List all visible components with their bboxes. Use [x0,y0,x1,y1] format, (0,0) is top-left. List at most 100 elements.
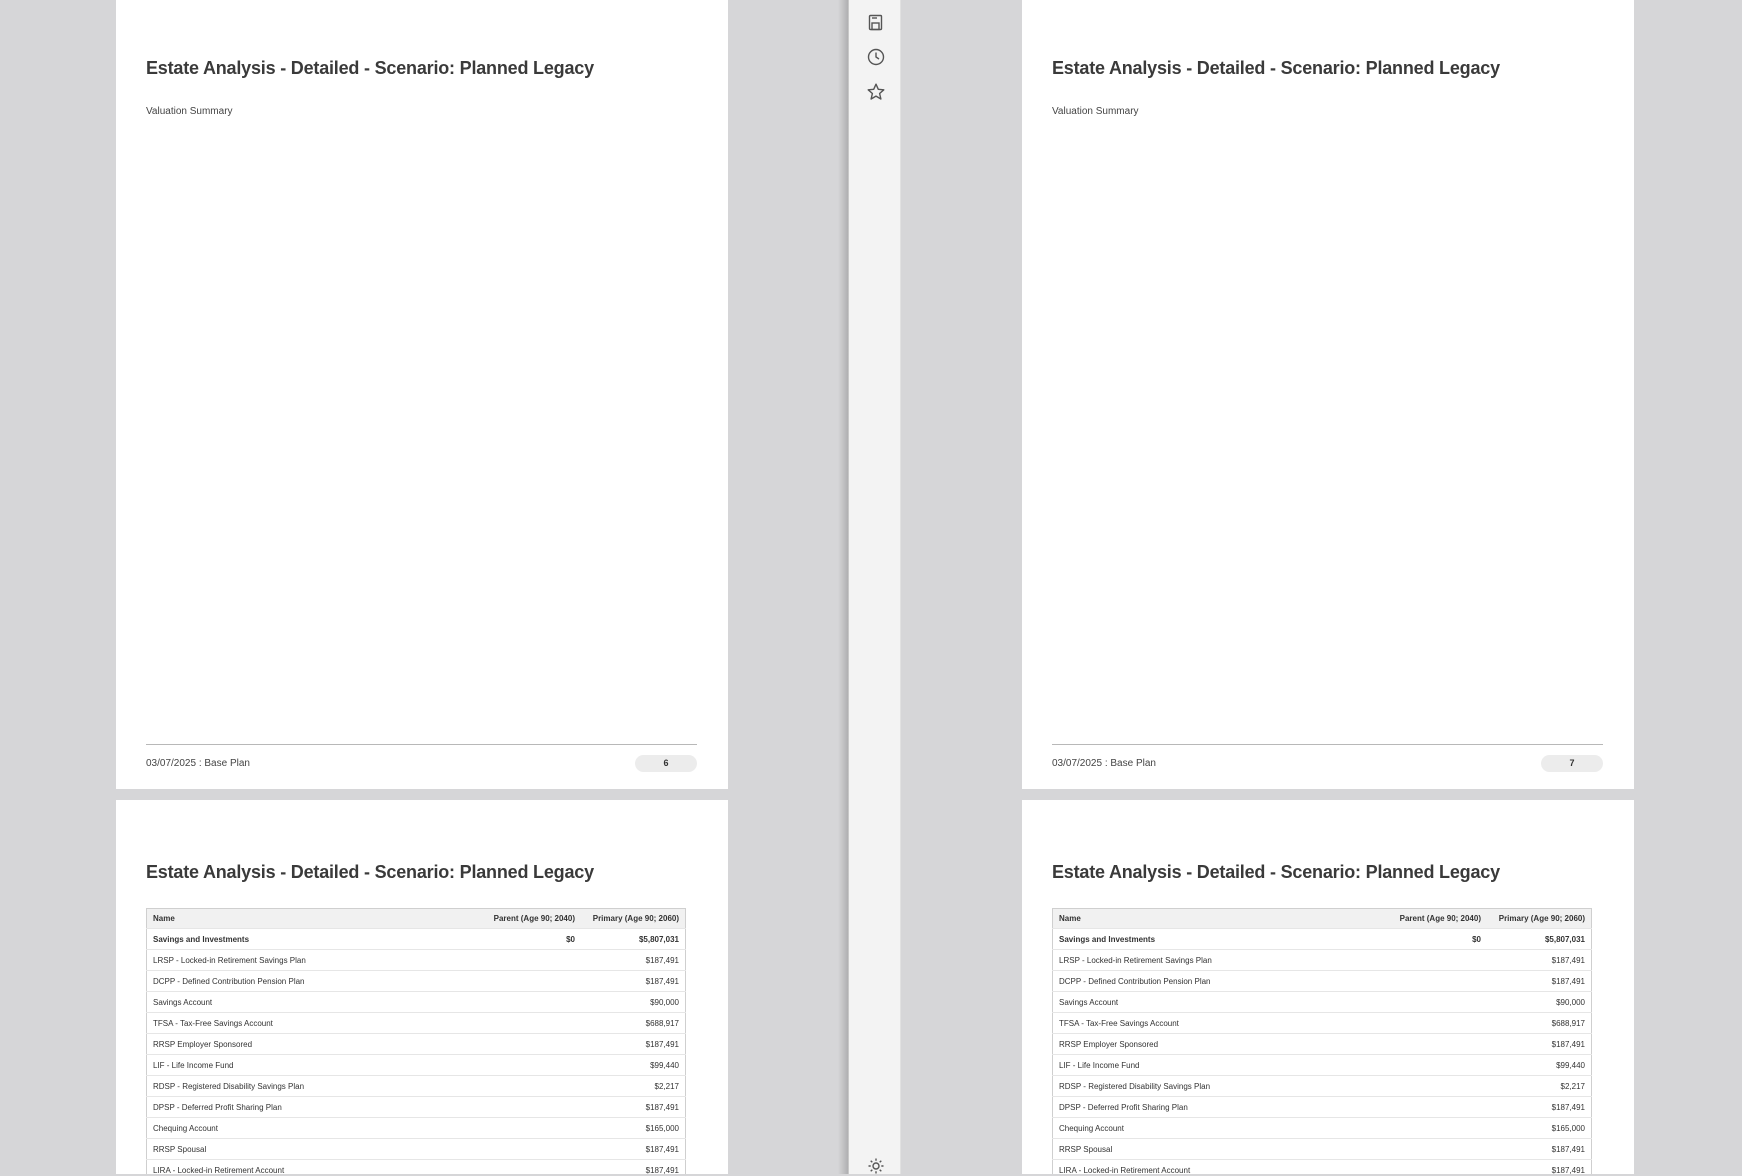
cell-primary: $187,491 [581,1138,686,1160]
cell-primary: $187,491 [581,1033,686,1055]
cell-primary: $187,491 [1487,1033,1592,1055]
table-row: TFSA - Tax-Free Savings Account $688,917 [1052,1012,1592,1034]
page-subtitle: Valuation Summary [1052,106,1139,117]
left-document-pane[interactable]: Estate Analysis - Detailed - Scenario: P… [0,0,848,1174]
report-page-6: Estate Analysis - Detailed - Scenario: P… [116,0,728,789]
table-row: Savings and Investments $0 $5,807,031 [1052,928,1592,950]
cell-parent [449,970,581,992]
cell-name: Chequing Account [1052,1117,1355,1139]
table-row: DPSP - Deferred Profit Sharing Plan $187,… [1052,1096,1592,1118]
valuation-table: Name Parent (Age 90; 2040) Primary (Age … [1052,908,1592,1174]
page-title: Estate Analysis - Detailed - Scenario: P… [146,862,594,882]
cell-parent [449,1012,581,1034]
right-document-pane[interactable]: Estate Analysis - Detailed - Scenario: P… [901,0,1742,1174]
report-page-7: Estate Analysis - Detailed - Scenario: P… [1022,0,1634,789]
table-row: LIRA - Locked-in Retirement Account $187,… [1052,1159,1592,1174]
history-icon[interactable] [866,47,886,67]
column-header-parent: Parent (Age 90; 2040) [449,908,581,929]
cell-primary: $187,491 [1487,1096,1592,1118]
column-header-parent: Parent (Age 90; 2040) [1355,908,1487,929]
footer-divider [146,744,697,745]
table-row: LRSP - Locked-in Retirement Savings Plan… [1052,949,1592,971]
cell-parent [449,949,581,971]
table-row: RDSP - Registered Disability Savings Pla… [146,1075,686,1097]
cell-primary: $187,491 [1487,949,1592,971]
cell-parent [1355,1075,1487,1097]
cell-name: LRSP - Locked-in Retirement Savings Plan [1052,949,1355,971]
cell-primary: $99,440 [1487,1054,1592,1076]
table-row: DPSP - Deferred Profit Sharing Plan $187,… [146,1096,686,1118]
table-header-row: Name Parent (Age 90; 2040) Primary (Age … [1052,908,1592,929]
table-row: LIF - Life Income Fund $99,440 [1052,1054,1592,1076]
table-row: LIRA - Locked-in Retirement Account $187,… [146,1159,686,1174]
cell-primary: $688,917 [1487,1012,1592,1034]
cell-primary: $5,807,031 [581,928,686,950]
cell-primary: $187,491 [581,970,686,992]
cell-primary: $187,491 [1487,1138,1592,1160]
column-header-name: Name [1052,908,1355,929]
cell-parent [1355,1012,1487,1034]
report-page-next: Estate Analysis - Detailed - Scenario: P… [116,800,728,1174]
cell-parent [1355,1054,1487,1076]
cell-parent [1355,1096,1487,1118]
cell-name: Savings and Investments [1052,928,1355,950]
cell-parent [449,1138,581,1160]
valuation-table: Name Parent (Age 90; 2040) Primary (Age … [146,908,686,1174]
save-page-icon[interactable] [866,13,886,33]
table-header-row: Name Parent (Age 90; 2040) Primary (Age … [146,908,686,929]
cell-primary: $90,000 [1487,991,1592,1013]
cell-parent [449,1054,581,1076]
column-header-name: Name [146,908,449,929]
cell-parent [1355,991,1487,1013]
cell-parent [449,991,581,1013]
cell-parent [1355,1159,1487,1174]
cell-name: LIRA - Locked-in Retirement Account [1052,1159,1355,1174]
table-row: Savings Account $90,000 [1052,991,1592,1013]
table-row: RDSP - Registered Disability Savings Pla… [1052,1075,1592,1097]
cell-name: DCPP - Defined Contribution Pension Plan [1052,970,1355,992]
cell-name: Savings Account [1052,991,1355,1013]
table-row: DCPP - Defined Contribution Pension Plan… [1052,970,1592,992]
cell-primary: $99,440 [581,1054,686,1076]
column-header-primary: Primary (Age 90; 2060) [1487,908,1592,929]
table-row: RRSP Spousal $187,491 [146,1138,686,1160]
table-body: Savings and Investments $0 $5,807,031 LRSP … [146,928,686,1174]
page-title: Estate Analysis - Detailed - Scenario: P… [1052,58,1500,78]
cell-name: LIF - Life Income Fund [1052,1054,1355,1076]
cell-primary: $165,000 [1487,1117,1592,1139]
pane-divider-shadow [838,0,848,1174]
cell-name: RRSP Employer Sponsored [146,1033,449,1055]
page-number-badge: 7 [1541,755,1603,772]
cell-name: RDSP - Registered Disability Savings Pla… [146,1075,449,1097]
cell-primary: $5,807,031 [1487,928,1592,950]
table-row: Chequing Account $165,000 [1052,1117,1592,1139]
cell-parent: $0 [449,928,581,950]
cell-primary: $2,217 [1487,1075,1592,1097]
page-number-badge: 6 [635,755,697,772]
cell-name: LIRA - Locked-in Retirement Account [146,1159,449,1174]
cell-primary: $187,491 [1487,1159,1592,1174]
settings-gear-icon[interactable] [866,1156,886,1176]
cell-parent [1355,949,1487,971]
cell-primary: $165,000 [581,1117,686,1139]
cell-name: Savings and Investments [146,928,449,950]
favorites-star-icon[interactable] [866,82,886,102]
table-row: DCPP - Defined Contribution Pension Plan… [146,970,686,992]
page-subtitle: Valuation Summary [146,106,233,117]
cell-primary: $187,491 [1487,970,1592,992]
column-header-primary: Primary (Age 90; 2060) [581,908,686,929]
cell-name: TFSA - Tax-Free Savings Account [146,1012,449,1034]
cell-parent [449,1033,581,1055]
footer-date-plan: 03/07/2025 : Base Plan [146,758,250,769]
table-row: LRSP - Locked-in Retirement Savings Plan… [146,949,686,971]
page-title: Estate Analysis - Detailed - Scenario: P… [146,58,594,78]
cell-name: LRSP - Locked-in Retirement Savings Plan [146,949,449,971]
cell-parent [1355,1033,1487,1055]
cell-primary: $187,491 [581,1096,686,1118]
cell-name: Chequing Account [146,1117,449,1139]
table-row: RRSP Spousal $187,491 [1052,1138,1592,1160]
page-title: Estate Analysis - Detailed - Scenario: P… [1052,862,1500,882]
table-row: TFSA - Tax-Free Savings Account $688,917 [146,1012,686,1034]
cell-name: RDSP - Registered Disability Savings Pla… [1052,1075,1355,1097]
cell-primary: $688,917 [581,1012,686,1034]
